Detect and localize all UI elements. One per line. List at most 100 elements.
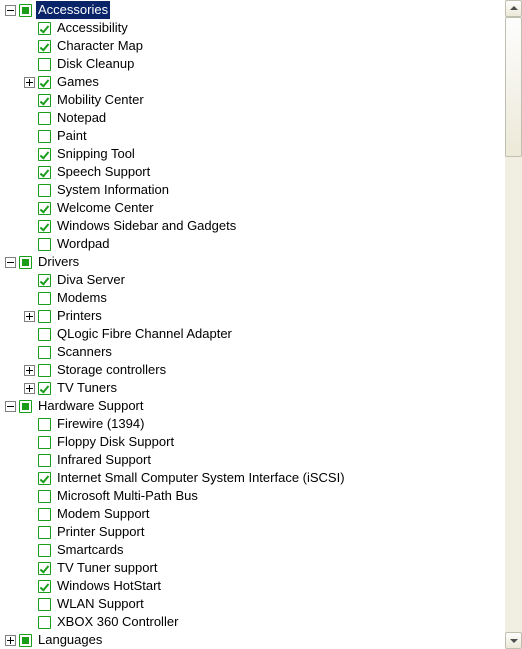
scroll-down-button[interactable]: [505, 632, 522, 649]
tree-item-label[interactable]: Welcome Center: [55, 199, 156, 217]
checkbox[interactable]: [38, 526, 51, 539]
tree-item-label[interactable]: Scanners: [55, 343, 114, 361]
tree-item-label[interactable]: Firewire (1394): [55, 415, 146, 433]
tree-row[interactable]: Disk Cleanup: [0, 55, 505, 73]
collapse-icon[interactable]: [5, 257, 16, 268]
vertical-scrollbar[interactable]: [505, 0, 522, 649]
tree-item-label[interactable]: XBOX 360 Controller: [55, 613, 180, 631]
tree-row[interactable]: Storage controllers: [0, 361, 505, 379]
tree-row[interactable]: Internet Small Computer System Interface…: [0, 469, 505, 487]
tree-item-label[interactable]: Drivers: [36, 253, 81, 271]
checkbox[interactable]: [38, 238, 51, 251]
checkbox[interactable]: [38, 274, 51, 287]
tree-row[interactable]: TV Tuner support: [0, 559, 505, 577]
tree-item-label[interactable]: Windows HotStart: [55, 577, 163, 595]
expand-icon[interactable]: [24, 365, 35, 376]
checkbox[interactable]: [38, 40, 51, 53]
checkbox[interactable]: [38, 472, 51, 485]
tree-item-label[interactable]: Languages: [36, 631, 104, 649]
tree-row[interactable]: Diva Server: [0, 271, 505, 289]
tree-row[interactable]: Printer Support: [0, 523, 505, 541]
expand-icon[interactable]: [5, 635, 16, 646]
tree-item-label[interactable]: Games: [55, 73, 101, 91]
tree-item-label[interactable]: Notepad: [55, 109, 108, 127]
tree-row[interactable]: Scanners: [0, 343, 505, 361]
tree-item-label[interactable]: QLogic Fibre Channel Adapter: [55, 325, 234, 343]
checkbox[interactable]: [38, 292, 51, 305]
tree-row[interactable]: Drivers: [0, 253, 505, 271]
tree-item-label[interactable]: Infrared Support: [55, 451, 153, 469]
checkbox[interactable]: [19, 634, 32, 647]
tree-row[interactable]: Windows HotStart: [0, 577, 505, 595]
checkbox[interactable]: [19, 256, 32, 269]
tree-item-label[interactable]: Modem Support: [55, 505, 152, 523]
checkbox[interactable]: [38, 436, 51, 449]
checkbox[interactable]: [38, 94, 51, 107]
checkbox[interactable]: [38, 454, 51, 467]
checkbox[interactable]: [38, 328, 51, 341]
tree-item-label[interactable]: Storage controllers: [55, 361, 168, 379]
checkbox[interactable]: [38, 508, 51, 521]
checkbox[interactable]: [38, 346, 51, 359]
checkbox[interactable]: [38, 202, 51, 215]
tree-row[interactable]: Mobility Center: [0, 91, 505, 109]
tree-item-label[interactable]: Hardware Support: [36, 397, 146, 415]
checkbox[interactable]: [19, 400, 32, 413]
tree-row[interactable]: WLAN Support: [0, 595, 505, 613]
tree-row[interactable]: Windows Sidebar and Gadgets: [0, 217, 505, 235]
tree-row[interactable]: Games: [0, 73, 505, 91]
tree-item-label[interactable]: Snipping Tool: [55, 145, 137, 163]
tree-row[interactable]: System Information: [0, 181, 505, 199]
tree-item-label[interactable]: Windows Sidebar and Gadgets: [55, 217, 238, 235]
tree-item-label[interactable]: Paint: [55, 127, 89, 145]
tree-row[interactable]: TV Tuners: [0, 379, 505, 397]
tree-item-label[interactable]: TV Tuners: [55, 379, 119, 397]
tree-item-label[interactable]: TV Tuner support: [55, 559, 159, 577]
tree-item-label[interactable]: Accessibility: [55, 19, 130, 37]
scroll-thumb[interactable]: [505, 17, 522, 157]
checkbox[interactable]: [38, 22, 51, 35]
expand-icon[interactable]: [24, 383, 35, 394]
checkbox[interactable]: [38, 580, 51, 593]
checkbox[interactable]: [38, 166, 51, 179]
checkbox[interactable]: [38, 58, 51, 71]
tree-row[interactable]: Printers: [0, 307, 505, 325]
tree-row[interactable]: Floppy Disk Support: [0, 433, 505, 451]
checkbox[interactable]: [38, 616, 51, 629]
tree-item-label[interactable]: Disk Cleanup: [55, 55, 136, 73]
checkbox[interactable]: [38, 598, 51, 611]
expand-icon[interactable]: [24, 311, 35, 322]
scroll-up-button[interactable]: [505, 0, 522, 17]
tree-item-label[interactable]: Speech Support: [55, 163, 152, 181]
tree-item-label[interactable]: Character Map: [55, 37, 145, 55]
checkbox[interactable]: [38, 184, 51, 197]
tree-item-label[interactable]: System Information: [55, 181, 171, 199]
collapse-icon[interactable]: [5, 401, 16, 412]
tree-row[interactable]: Languages: [0, 631, 505, 649]
tree-item-label[interactable]: Printers: [55, 307, 104, 325]
tree-item-label[interactable]: Smartcards: [55, 541, 125, 559]
tree-row[interactable]: Accessibility: [0, 19, 505, 37]
checkbox[interactable]: [38, 148, 51, 161]
tree-row[interactable]: Welcome Center: [0, 199, 505, 217]
tree-item-label[interactable]: Modems: [55, 289, 109, 307]
tree-row[interactable]: Accessories: [0, 1, 505, 19]
checkbox[interactable]: [38, 364, 51, 377]
tree-row[interactable]: Speech Support: [0, 163, 505, 181]
tree-row[interactable]: XBOX 360 Controller: [0, 613, 505, 631]
tree-row[interactable]: Infrared Support: [0, 451, 505, 469]
tree-item-label[interactable]: Wordpad: [55, 235, 112, 253]
checkbox[interactable]: [38, 544, 51, 557]
component-tree[interactable]: AccessoriesAccessibilityCharacter MapDis…: [0, 0, 505, 649]
checkbox[interactable]: [38, 490, 51, 503]
tree-row[interactable]: Notepad: [0, 109, 505, 127]
tree-row[interactable]: Hardware Support: [0, 397, 505, 415]
checkbox[interactable]: [38, 562, 51, 575]
tree-row[interactable]: Modem Support: [0, 505, 505, 523]
tree-item-label[interactable]: Floppy Disk Support: [55, 433, 176, 451]
tree-row[interactable]: Modems: [0, 289, 505, 307]
expand-icon[interactable]: [24, 77, 35, 88]
checkbox[interactable]: [38, 220, 51, 233]
collapse-icon[interactable]: [5, 5, 16, 16]
tree-row[interactable]: Character Map: [0, 37, 505, 55]
